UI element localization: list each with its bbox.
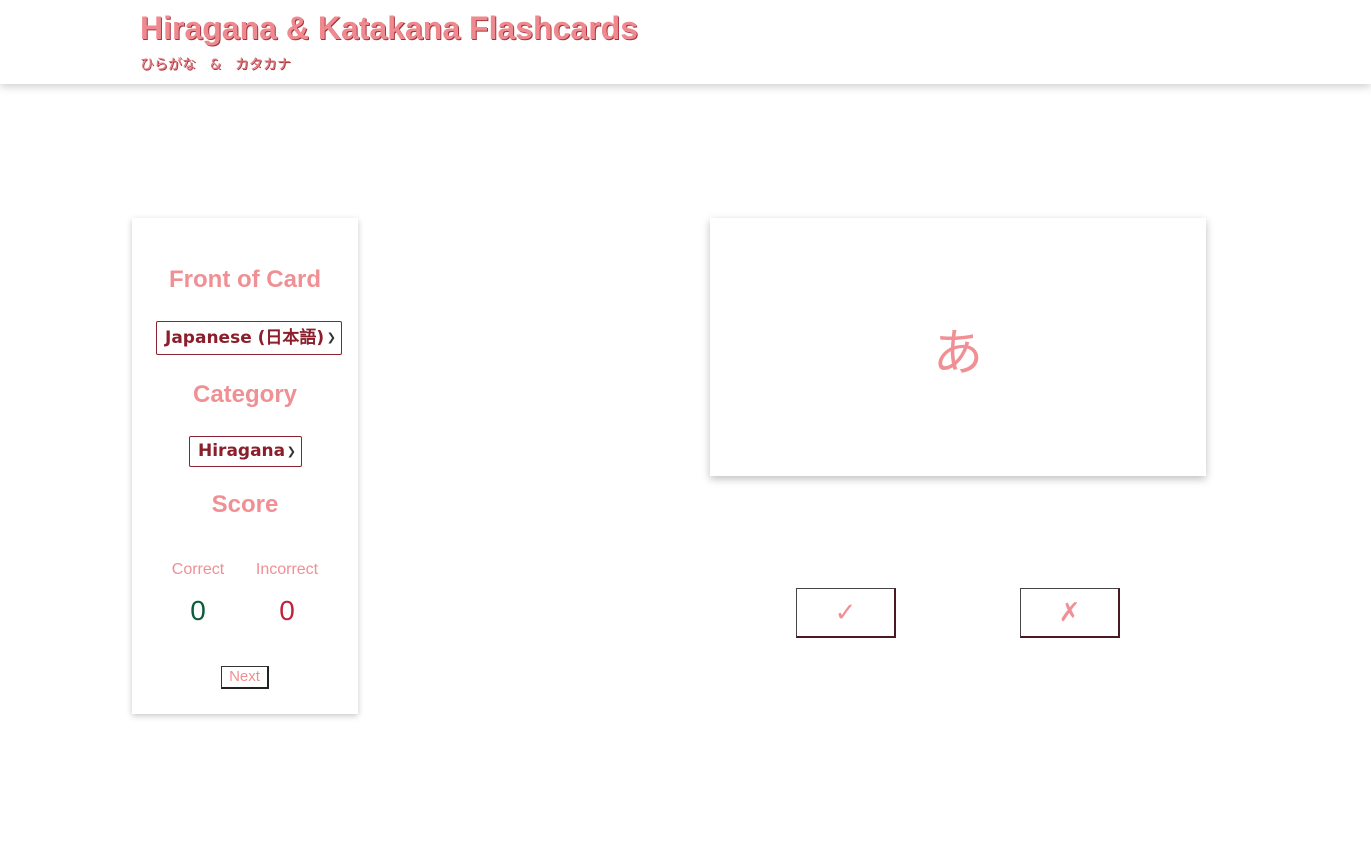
app-header: Hiragana & Katakana Flashcards ひらがな & カタ… [0, 0, 1371, 84]
incorrect-count: 0 [279, 595, 295, 626]
score-heading: Score [211, 491, 279, 518]
app-subtitle: ひらがな & カタカナ [140, 57, 291, 73]
category-heading: Category [192, 381, 298, 408]
category-select[interactable]: Hiragana ❯ [189, 436, 302, 467]
correct-count: 0 [190, 595, 206, 626]
mark-correct-button[interactable]: ✓ [796, 588, 896, 638]
chevron-down-icon: ❯ [323, 322, 336, 354]
category-select-value: Hiragana [198, 441, 286, 461]
flashcard-character: あ [933, 324, 983, 382]
cross-icon: ✗ [1058, 598, 1081, 628]
front-of-card-heading: Front of Card [169, 266, 321, 293]
correct-label: Correct [171, 561, 225, 578]
incorrect-label: Incorrect [255, 561, 319, 578]
mark-incorrect-button[interactable]: ✗ [1020, 588, 1120, 638]
app-title: Hiragana & Katakana Flashcards [140, 10, 638, 46]
next-button[interactable]: Next [221, 666, 269, 689]
front-of-card-select-value: Japanese (日本語) [165, 328, 325, 348]
front-of-card-select[interactable]: Japanese (日本語) ❯ [156, 321, 342, 355]
settings-panel: Front of Card Japanese (日本語) ❯ Category … [132, 218, 358, 714]
chevron-down-icon: ❯ [283, 437, 296, 466]
check-icon: ✓ [834, 598, 857, 628]
flashcard[interactable]: あ [710, 218, 1206, 476]
